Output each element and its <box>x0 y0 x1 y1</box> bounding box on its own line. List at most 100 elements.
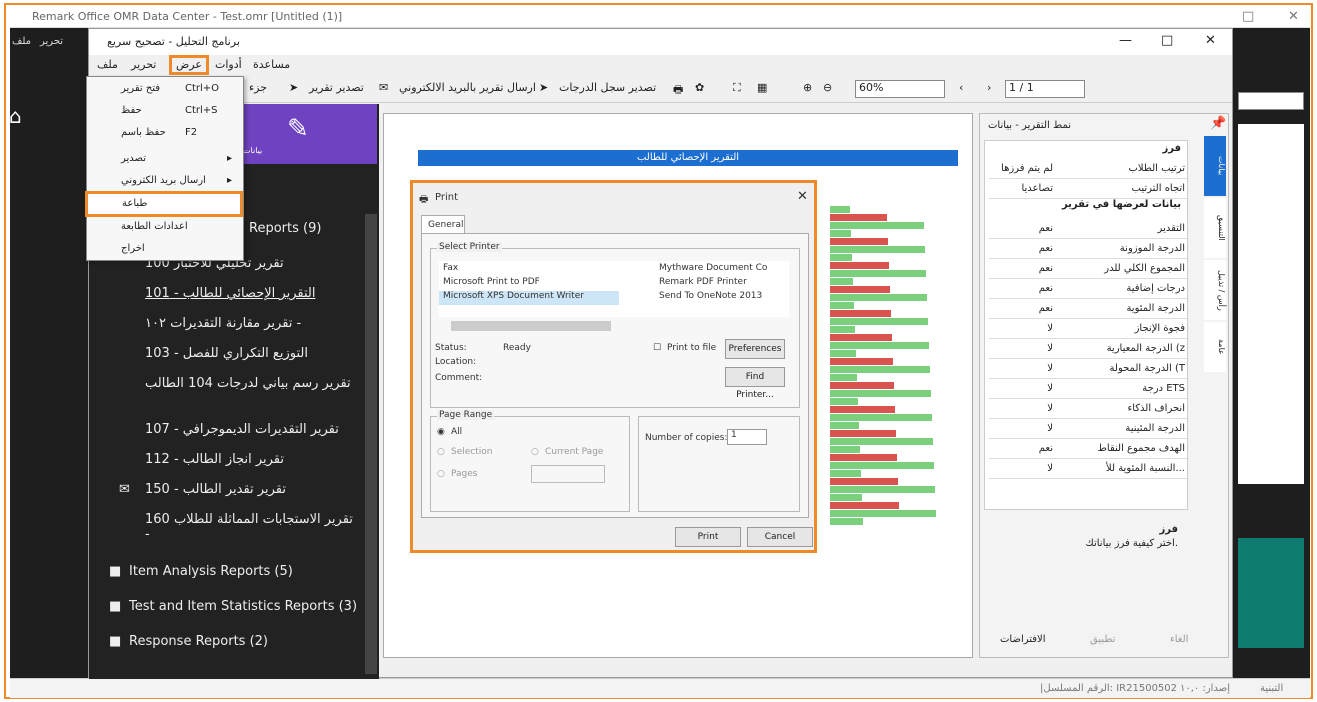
menu-tools[interactable]: أدوات <box>215 58 242 71</box>
cancel-button[interactable]: الغاء <box>1170 634 1188 645</box>
property-value[interactable]: تصاعديا <box>993 183 1053 194</box>
close-icon[interactable]: ✕ <box>1288 9 1299 24</box>
property-value[interactable]: لا <box>993 323 1053 334</box>
property-value[interactable]: نعم <box>993 263 1053 274</box>
zoom-in-icon[interactable]: ⊕ <box>803 81 812 94</box>
left-scrollbar[interactable] <box>365 214 377 674</box>
tab-general[interactable]: عامة <box>1204 322 1226 372</box>
radio-selection[interactable]: ○ <box>437 447 445 457</box>
property-row[interactable]: اتجاه الترتيب تصاعديا <box>989 179 1189 199</box>
next-page-icon[interactable]: › <box>987 81 991 94</box>
menu-open-report[interactable]: فتح تقرير Ctrl+O <box>87 79 243 101</box>
property-row[interactable]: الدرجة المعيارية (z لا <box>989 339 1189 359</box>
prev-page-icon[interactable]: ‹ <box>959 81 963 94</box>
property-value[interactable]: نعم <box>993 303 1053 314</box>
print-button[interactable]: Print <box>675 527 741 547</box>
report-item[interactable]: تقرير رسم بياني لدرجات 104 الطالب <box>145 376 351 391</box>
zoom-select[interactable]: 60% <box>855 80 945 98</box>
apply-button[interactable]: تطبيق <box>1090 634 1115 645</box>
property-row[interactable]: الدرجة المئوية نعم <box>989 299 1189 319</box>
page-select[interactable]: 1 / 1 <box>1005 80 1085 98</box>
property-value[interactable]: نعم <box>993 443 1053 454</box>
report-item[interactable]: تقرير انجاز الطالب - 112 <box>145 452 284 467</box>
menu-exit[interactable]: اخراج <box>87 239 243 261</box>
property-value[interactable]: نعم <box>993 243 1053 254</box>
property-row[interactable]: الدرجة المئينية لا <box>989 419 1189 439</box>
radio-all[interactable]: ◉ <box>437 427 445 437</box>
property-row[interactable]: انحراف الذكاء لا <box>989 399 1189 419</box>
report-item[interactable]: تقرير التقديرات الديموجرافي - 107 <box>145 422 339 437</box>
defaults-button[interactable]: الافتراضات <box>1000 634 1046 645</box>
property-row[interactable]: درجات إضافية نعم <box>989 279 1189 299</box>
folder-item[interactable]: Item Analysis Reports (5) <box>129 564 293 579</box>
tab-data[interactable]: بيانات <box>1204 136 1226 196</box>
zoom-out-icon[interactable]: ⊖ <box>823 81 832 94</box>
reports-header[interactable]: Reports (9) <box>249 221 321 236</box>
cancel-button[interactable]: Cancel <box>747 527 813 547</box>
property-row[interactable]: الهدف مجموع النقاط نعم <box>989 439 1189 459</box>
radio-pages[interactable]: ○ <box>437 469 445 479</box>
property-value[interactable]: لم يتم فرزها <box>993 163 1053 174</box>
menu-file[interactable]: ملف <box>97 58 118 71</box>
property-row[interactable]: الدرجة الموزونة نعم <box>989 239 1189 259</box>
report-item[interactable]: تقرير مقارنة التقديرات ١٠٢ - <box>145 316 301 331</box>
preferences-button[interactable]: Preferences <box>725 339 785 359</box>
menu-printer-settings[interactable]: اعدادات الطابعة <box>87 217 243 239</box>
grid-icon[interactable]: ▦ <box>757 81 767 94</box>
tab-header-footer[interactable]: رأس / تذييل <box>1204 260 1226 320</box>
property-value[interactable]: لا <box>993 363 1053 374</box>
printer-item[interactable]: Remark PDF Printer <box>659 277 747 287</box>
folder-item[interactable]: Test and Item Statistics Reports (3) <box>129 599 357 614</box>
printer-item[interactable]: Microsoft Print to PDF <box>443 277 540 287</box>
edit-tile[interactable]: ✎ بيانات <box>239 104 377 164</box>
horizontal-scrollbar[interactable] <box>451 321 611 331</box>
minimize-icon[interactable]: □ <box>1242 9 1254 24</box>
property-row[interactable]: المجموع الكلي للدر نعم <box>989 259 1189 279</box>
menu-view[interactable]: عرض <box>169 55 209 75</box>
close-icon[interactable]: ✕ <box>1205 33 1216 48</box>
email-report-button[interactable]: ارسال تقرير بالبريد الالكتروني <box>399 81 536 94</box>
minimize-icon[interactable]: — <box>1119 33 1132 48</box>
tab-format[interactable]: التنسيق <box>1204 198 1226 258</box>
print-icon[interactable]: 🖶 <box>673 81 683 100</box>
toolbar-part[interactable]: جزء <box>249 81 267 94</box>
copies-input[interactable]: 1 <box>727 429 767 445</box>
maximize-icon[interactable]: □ <box>1161 33 1173 48</box>
printer-item[interactable]: Fax <box>443 263 458 273</box>
export-grades-button[interactable]: تصدير سجل الدرجات <box>559 81 656 94</box>
tab-general[interactable]: General <box>421 215 465 233</box>
report-item[interactable]: تقرير تقدير الطالب - 150 <box>145 482 286 497</box>
property-value[interactable]: نعم <box>993 223 1053 234</box>
menu-print[interactable]: طباعة <box>85 191 243 217</box>
pages-input[interactable] <box>531 465 605 483</box>
find-printer-button[interactable]: Find Printer... <box>725 367 785 400</box>
menu-help[interactable]: مساعدة <box>253 58 290 71</box>
folder-item[interactable]: Response Reports (2) <box>129 634 268 649</box>
close-icon[interactable]: ✕ <box>797 189 808 204</box>
report-item[interactable]: التقرير الإحصائي للطالب - 101 <box>145 286 315 301</box>
property-value[interactable]: لا <box>993 403 1053 414</box>
property-row[interactable]: الدرجة المحولة (T لا <box>989 359 1189 379</box>
menu-save[interactable]: حفظ Ctrl+S <box>87 101 243 123</box>
property-value[interactable]: نعم <box>993 283 1053 294</box>
radio-current-page[interactable]: ○ <box>531 447 539 457</box>
property-value[interactable]: لا <box>993 383 1053 394</box>
outer-dropdown[interactable] <box>1238 92 1304 110</box>
property-row[interactable]: ترتيب الطلاب لم يتم فرزها <box>989 159 1189 179</box>
property-row[interactable]: التقدير نعم <box>989 219 1189 239</box>
outer-menu-edit[interactable]: تحرير <box>40 36 63 47</box>
fit-icon[interactable]: ⛶ <box>733 81 741 95</box>
property-row[interactable]: درجة ETS لا <box>989 379 1189 399</box>
property-row[interactable]: فجوة الإنجاز لا <box>989 319 1189 339</box>
outer-menu-file[interactable]: ملف <box>12 36 31 47</box>
printer-item[interactable]: Send To OneNote 2013 <box>659 291 762 301</box>
printer-item[interactable]: Mythware Document Co <box>659 263 767 273</box>
property-value[interactable]: لا <box>993 423 1053 434</box>
pin-icon[interactable]: 📌 <box>1210 116 1226 131</box>
export-report-button[interactable]: تصدير تقرير <box>309 81 364 94</box>
menu-save-as[interactable]: حفظ باسم F2 <box>87 123 243 145</box>
property-value[interactable]: لا <box>993 343 1053 354</box>
menu-send-email[interactable]: ارسال بريد الكتروني ▸ <box>87 171 243 193</box>
report-item[interactable]: التوزيع التكراري للفصل - 103 <box>145 346 308 361</box>
property-row[interactable]: النسبة المئوية للأ... لا <box>989 459 1189 479</box>
